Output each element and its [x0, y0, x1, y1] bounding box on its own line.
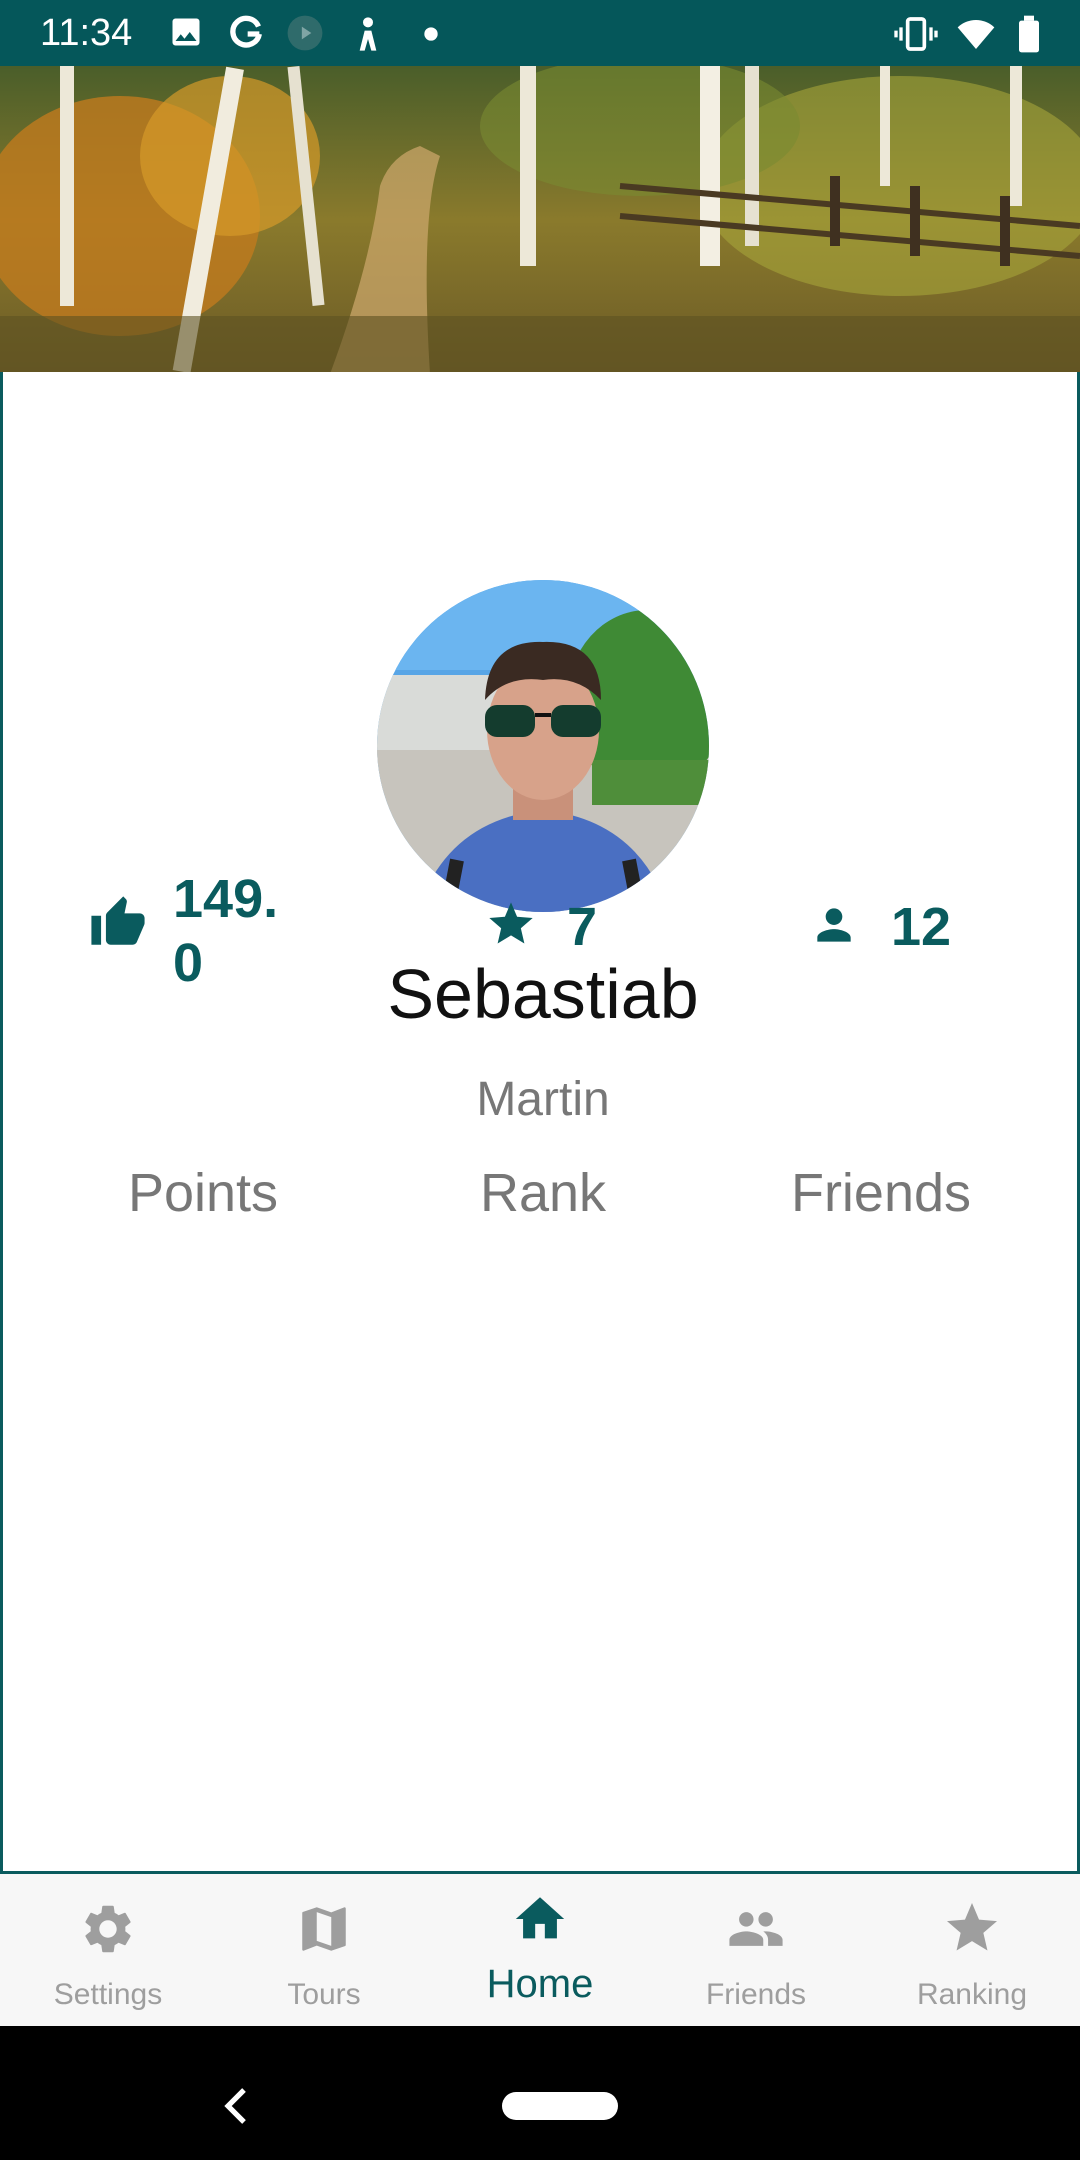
- points-label: Points: [127, 1163, 279, 1223]
- person-icon: [817, 908, 851, 942]
- cover-image: [0, 66, 1080, 374]
- bottom-navigation: Settings Tours Home Friends Ranking: [0, 1874, 1080, 2026]
- nav-tours[interactable]: Tours: [216, 1874, 432, 2026]
- image-icon: [172, 18, 200, 46]
- nav-tours-label: Tours: [287, 1978, 361, 2011]
- back-icon[interactable]: [222, 2086, 250, 2126]
- home-pill[interactable]: [502, 2092, 618, 2120]
- points-value: 149. 0: [173, 869, 279, 993]
- people-icon: [729, 1912, 783, 1946]
- rank-value: 7: [567, 897, 598, 957]
- thumbs-up-icon: [91, 896, 145, 945]
- star-icon: [947, 1903, 997, 1951]
- profile-last-name: Martin: [476, 1073, 610, 1126]
- nav-ranking-label: Ranking: [916, 1978, 1028, 2011]
- star-icon: [489, 902, 533, 944]
- nav-friends-label: Friends: [705, 1978, 807, 2011]
- profile-card: Sebastiab Martin Points 149. 0 Rank 7 Fr…: [0, 372, 1080, 1874]
- dot-icon: [424, 27, 438, 41]
- system-navigation-bar: [0, 2026, 1080, 2160]
- gear-icon: [85, 1905, 131, 1953]
- status-bar: 11:34: [0, 0, 1080, 66]
- nav-home-label: Home: [486, 1962, 594, 2006]
- avatar[interactable]: [363, 566, 723, 926]
- friends-value: 12: [891, 897, 952, 957]
- nav-settings[interactable]: Settings: [0, 1874, 216, 2026]
- friends-label: Friends: [790, 1163, 972, 1223]
- wifi-icon: [957, 20, 995, 49]
- nav-home[interactable]: Home: [432, 1874, 648, 2026]
- nav-settings-label: Settings: [53, 1978, 163, 2011]
- nav-ranking[interactable]: Ranking: [864, 1874, 1080, 2026]
- rank-label: Rank: [479, 1163, 607, 1223]
- play-icon: [287, 15, 323, 51]
- map-icon: [302, 1907, 346, 1951]
- status-time: 11:34: [40, 12, 133, 54]
- nav-friends[interactable]: Friends: [648, 1874, 864, 2026]
- google-icon: [230, 15, 262, 48]
- battery-icon: [1019, 15, 1039, 53]
- profile-first-name: Sebastiab: [387, 955, 699, 1033]
- home-icon: [515, 1897, 565, 1939]
- vibrate-icon: [894, 17, 938, 51]
- person-icon: [359, 17, 377, 51]
